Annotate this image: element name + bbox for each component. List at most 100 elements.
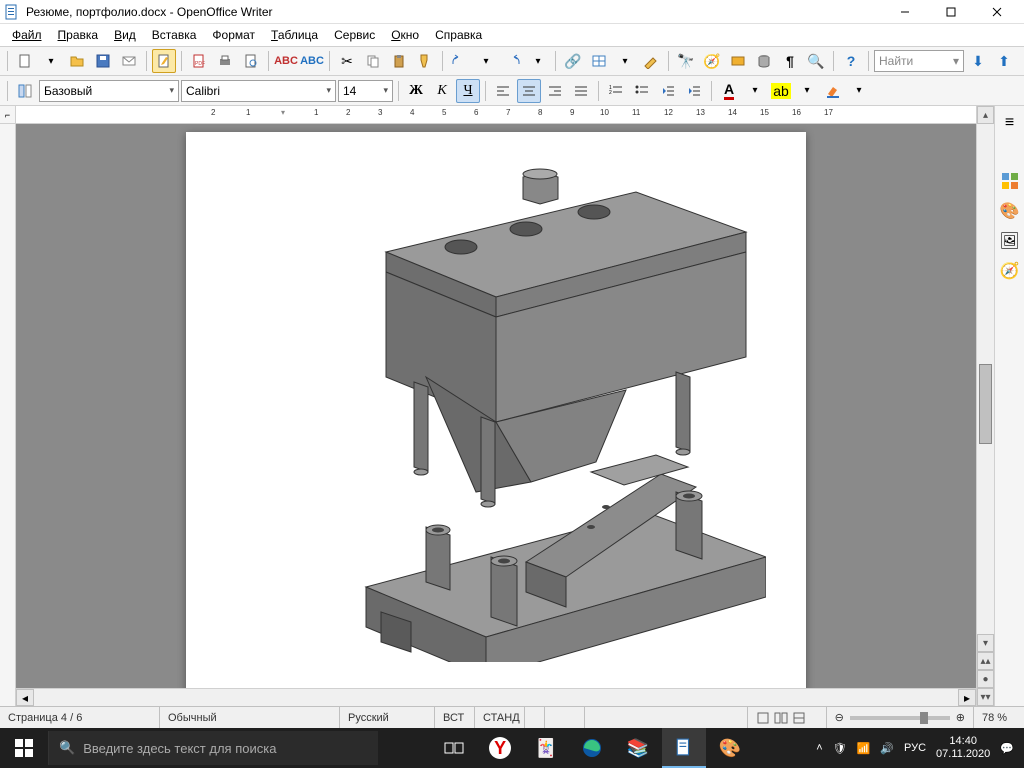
taskbar-app-solitaire[interactable]: 🃏: [524, 728, 568, 768]
size-combo[interactable]: 14▾: [338, 80, 393, 102]
minimize-button[interactable]: [882, 0, 928, 24]
status-sig[interactable]: [545, 707, 585, 728]
preview-button[interactable]: [239, 49, 263, 73]
font-color-button[interactable]: А: [717, 79, 741, 103]
hyperlink-button[interactable]: 🔗: [561, 49, 585, 73]
undo-dd-button[interactable]: ▾: [474, 49, 498, 73]
styles-button[interactable]: [13, 79, 37, 103]
italic-button[interactable]: К: [430, 79, 454, 103]
export-pdf-button[interactable]: PDF: [187, 49, 211, 73]
status-mode[interactable]: СТАНД: [475, 707, 525, 728]
spellcheck-button[interactable]: ABC: [274, 49, 298, 73]
find-prev-button[interactable]: ⬆: [992, 49, 1016, 73]
bg-color-button[interactable]: [821, 79, 845, 103]
status-style[interactable]: Обычный: [160, 707, 340, 728]
bg-color-dd[interactable]: ▾: [847, 79, 871, 103]
taskbar-app-paint[interactable]: 🎨: [708, 728, 752, 768]
status-page[interactable]: Страница 4 / 6: [0, 707, 160, 728]
print-button[interactable]: [213, 49, 237, 73]
tray-volume-icon[interactable]: 🔊: [880, 742, 894, 755]
paste-button[interactable]: [387, 49, 411, 73]
status-insert[interactable]: ВСТ: [435, 707, 475, 728]
taskview-button[interactable]: [432, 728, 476, 768]
page-up-nav[interactable]: ▴▴: [977, 652, 994, 670]
tray-chevron-icon[interactable]: ˄: [816, 742, 822, 754]
nav-circle[interactable]: ●: [977, 670, 994, 688]
redo-dd-button[interactable]: ▾: [526, 49, 550, 73]
open-button[interactable]: [65, 49, 89, 73]
style-combo[interactable]: Базовый▾: [39, 80, 179, 102]
taskbar-app-yandex[interactable]: Y: [478, 728, 522, 768]
document-page[interactable]: [186, 132, 806, 688]
underline-button[interactable]: Ч: [456, 79, 480, 103]
copy-button[interactable]: [361, 49, 385, 73]
autospell-button[interactable]: ABC: [300, 49, 324, 73]
tray-lang[interactable]: РУС: [904, 742, 926, 754]
redo-button[interactable]: [500, 49, 524, 73]
draw-button[interactable]: [639, 49, 663, 73]
system-tray[interactable]: ˄ 🛡 📶 🔊 РУС 14:40 07.11.2020 💬: [806, 735, 1024, 761]
status-lang[interactable]: Русский: [340, 707, 435, 728]
bold-button[interactable]: Ж: [404, 79, 428, 103]
table-dd-button[interactable]: ▾: [613, 49, 637, 73]
menu-file[interactable]: Файл: [6, 26, 48, 44]
highlight-dd[interactable]: ▾: [795, 79, 819, 103]
gallery-button[interactable]: [726, 49, 750, 73]
new-doc-button[interactable]: [13, 49, 37, 73]
save-button[interactable]: [91, 49, 115, 73]
menu-insert[interactable]: Вставка: [146, 26, 203, 44]
tray-notifications-icon[interactable]: 💬: [1000, 742, 1014, 755]
nonprinting-button[interactable]: ¶: [778, 49, 802, 73]
edit-doc-button[interactable]: [152, 49, 176, 73]
document-scroll-area[interactable]: [16, 124, 976, 688]
tray-security-icon[interactable]: 🛡: [833, 742, 847, 755]
find-next-button[interactable]: ⬇: [966, 49, 990, 73]
start-button[interactable]: [0, 728, 48, 768]
vertical-scrollbar[interactable]: ▴ ▾ ▴▴ ● ▾▾: [976, 106, 994, 706]
bullet-list-button[interactable]: [630, 79, 654, 103]
taskbar-search[interactable]: 🔍 Введите здесь текст для поиска: [48, 731, 378, 765]
menu-help[interactable]: Справка: [429, 26, 488, 44]
taskbar-app-edge[interactable]: [570, 728, 614, 768]
menu-format[interactable]: Формат: [206, 26, 261, 44]
zoom-value[interactable]: 78 %: [974, 707, 1024, 728]
indent-button[interactable]: [682, 79, 706, 103]
menu-edit[interactable]: Правка: [52, 26, 105, 44]
align-justify-button[interactable]: [569, 79, 593, 103]
undo-button[interactable]: [448, 49, 472, 73]
sidebar-styles-icon[interactable]: 🎨: [999, 200, 1021, 222]
tray-network-icon[interactable]: 📶: [857, 742, 871, 755]
email-button[interactable]: [117, 49, 141, 73]
close-button[interactable]: [974, 0, 1020, 24]
help-button[interactable]: ?: [839, 49, 863, 73]
horizontal-ruler[interactable]: 2 1 ▾ 1 2 3 4 5 6 7 8 9 10 11 12 13 14 1…: [16, 106, 976, 124]
taskbar-app-writer[interactable]: [662, 728, 706, 768]
tray-clock[interactable]: 14:40 07.11.2020: [936, 735, 990, 761]
align-right-button[interactable]: [543, 79, 567, 103]
find-input[interactable]: Найти▾: [874, 50, 964, 72]
font-color-dd[interactable]: ▾: [743, 79, 767, 103]
sidebar-gallery-icon[interactable]: 🖼: [999, 230, 1021, 252]
sidebar-properties-icon[interactable]: [999, 170, 1021, 192]
menu-tools[interactable]: Сервис: [328, 26, 381, 44]
maximize-button[interactable]: [928, 0, 974, 24]
table-button[interactable]: [587, 49, 611, 73]
font-combo[interactable]: Calibri▾: [181, 80, 336, 102]
status-sel[interactable]: [525, 707, 545, 728]
menu-window[interactable]: Окно: [385, 26, 425, 44]
align-center-button[interactable]: [517, 79, 541, 103]
navigator-button[interactable]: 🧭: [700, 49, 724, 73]
sidebar-navigator-icon[interactable]: 🧭: [999, 260, 1021, 282]
find-button[interactable]: 🔭: [674, 49, 698, 73]
outdent-button[interactable]: [656, 79, 680, 103]
zoom-control[interactable]: ⊖⊕: [827, 707, 974, 728]
menu-view[interactable]: Вид: [108, 26, 142, 44]
highlight-button[interactable]: ab: [769, 79, 793, 103]
zoom-button[interactable]: 🔍: [804, 49, 828, 73]
cut-button[interactable]: ✂: [335, 49, 359, 73]
format-paint-button[interactable]: [413, 49, 437, 73]
view-buttons[interactable]: [747, 707, 827, 728]
new-dd-button[interactable]: ▾: [39, 49, 63, 73]
datasources-button[interactable]: [752, 49, 776, 73]
align-left-button[interactable]: [491, 79, 515, 103]
